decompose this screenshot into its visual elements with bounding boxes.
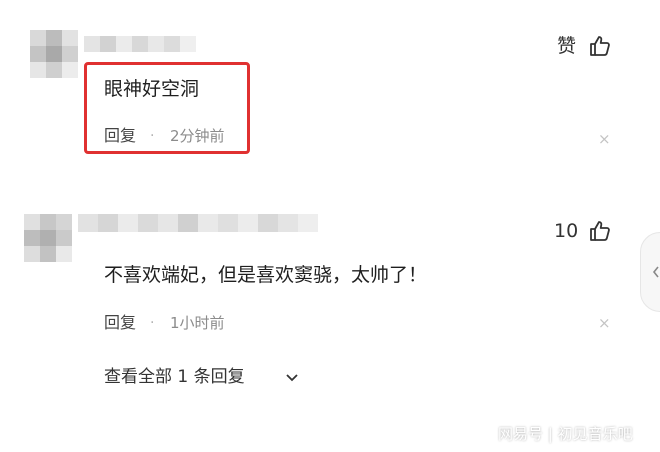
like-label[interactable]: 赞 xyxy=(557,34,576,58)
chevron-down-icon xyxy=(286,374,298,382)
watermark: 网易号 | 初见音乐吧 xyxy=(498,425,633,443)
comment-text: 眼神好空洞 xyxy=(104,78,200,100)
thumbs-up-icon[interactable] xyxy=(588,219,612,243)
reply-button[interactable]: 回复 xyxy=(104,312,136,334)
like-count[interactable]: 10 xyxy=(554,219,578,243)
separator-dot: · xyxy=(150,128,155,144)
separator-dot: · xyxy=(150,315,155,331)
avatar[interactable] xyxy=(24,214,72,262)
close-icon[interactable]: × xyxy=(598,131,611,147)
avatar[interactable] xyxy=(30,30,78,78)
comment-text: 不喜欢端妃，但是喜欢窦骁，太帅了！ xyxy=(104,264,428,286)
timestamp: 1小时前 xyxy=(170,314,225,332)
chevron-left-icon xyxy=(652,266,659,278)
close-icon[interactable]: × xyxy=(598,315,611,331)
thumbs-up-icon[interactable] xyxy=(588,34,612,58)
username[interactable] xyxy=(84,36,196,52)
view-all-label: 查看全部 1 条回复 xyxy=(104,367,245,387)
reply-button[interactable]: 回复 xyxy=(104,125,136,147)
timestamp: 2分钟前 xyxy=(170,127,225,145)
side-collapse-tab[interactable] xyxy=(640,232,660,312)
username[interactable] xyxy=(78,214,318,232)
